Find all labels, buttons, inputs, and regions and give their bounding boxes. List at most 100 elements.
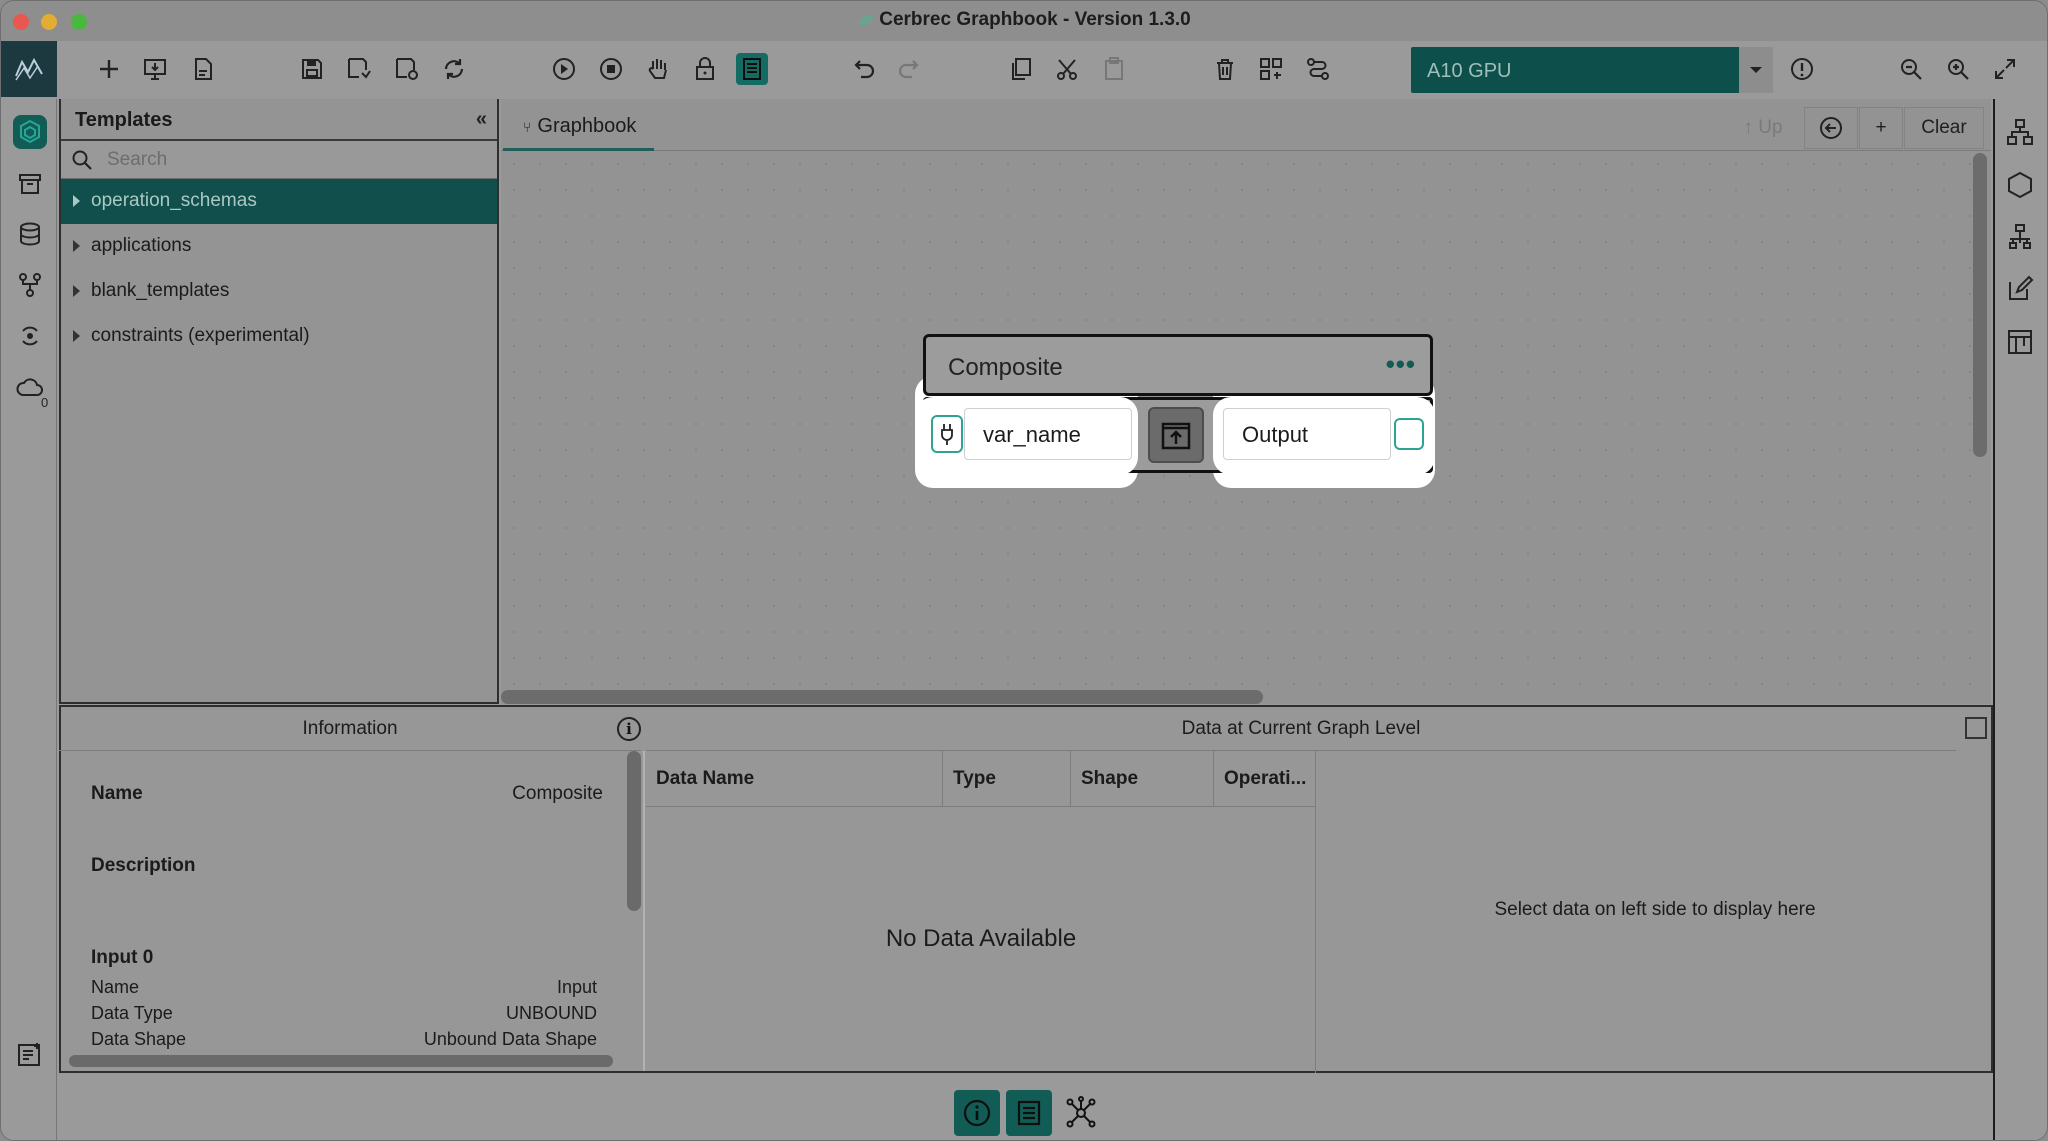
network-rail-icon[interactable] bbox=[2005, 222, 2037, 254]
info-data-type-row: Data Type UNBOUND bbox=[91, 1003, 597, 1024]
row-label: Data Type bbox=[91, 1003, 173, 1023]
alert-info-icon[interactable] bbox=[1786, 53, 1818, 85]
workflow-rail-icon[interactable] bbox=[13, 268, 47, 302]
column-header-operation[interactable]: Operati... bbox=[1214, 751, 1316, 807]
save-settings-icon[interactable] bbox=[391, 53, 423, 85]
tree-item-label: operation_schemas bbox=[91, 190, 257, 211]
refresh-icon[interactable] bbox=[438, 53, 470, 85]
up-button[interactable]: ↑ Up bbox=[1731, 107, 1795, 149]
info-vertical-scrollbar[interactable] bbox=[627, 751, 641, 911]
row-label: Data Shape bbox=[91, 1029, 187, 1049]
info-horizontal-scrollbar[interactable] bbox=[69, 1055, 613, 1067]
input-port[interactable] bbox=[931, 415, 963, 453]
run-icon[interactable] bbox=[548, 53, 580, 85]
row-value: Input bbox=[556, 977, 597, 997]
templates-rail-icon[interactable] bbox=[13, 115, 47, 149]
tab-graphbook[interactable]: ⑂ Graphbook bbox=[503, 109, 655, 151]
column-header-data-name[interactable]: Data Name bbox=[646, 751, 943, 807]
no-data-message: No Data Available bbox=[885, 925, 1077, 952]
composite-node-header[interactable]: Composite ••• bbox=[923, 334, 1433, 396]
logo-icon bbox=[15, 57, 43, 81]
undo-icon[interactable] bbox=[847, 53, 879, 85]
data-panel-header: Data at Current Graph Level bbox=[646, 707, 1956, 751]
expand-node-button[interactable] bbox=[1148, 407, 1204, 463]
input-name-field[interactable]: var_name bbox=[964, 408, 1132, 460]
output-port[interactable] bbox=[1394, 418, 1424, 450]
app-logo bbox=[1, 41, 57, 97]
document-export-icon[interactable] bbox=[187, 53, 219, 85]
tree-item-blank-templates[interactable]: blank_templates bbox=[61, 269, 497, 314]
panel-rail-icon[interactable] bbox=[2005, 327, 2037, 359]
back-circle-button[interactable] bbox=[1804, 107, 1858, 149]
more-options-icon[interactable]: ••• bbox=[1386, 349, 1416, 380]
tree-item-operation-schemas[interactable]: operation_schemas bbox=[61, 179, 497, 224]
footer-list-button[interactable] bbox=[1006, 1090, 1052, 1136]
fullscreen-icon[interactable] bbox=[1989, 53, 2021, 85]
tree-item-applications[interactable]: applications bbox=[61, 224, 497, 269]
copy-icon[interactable] bbox=[1005, 53, 1037, 85]
device-select-caret[interactable] bbox=[1739, 47, 1773, 93]
collapse-panel-icon[interactable]: « bbox=[476, 108, 487, 131]
caret-right-icon bbox=[73, 285, 80, 297]
monitor-import-icon[interactable] bbox=[139, 53, 171, 85]
caret-right-icon bbox=[73, 330, 80, 342]
group-nodes-icon[interactable] bbox=[1255, 53, 1287, 85]
tree-item-label: constraints (experimental) bbox=[91, 325, 310, 346]
stop-icon[interactable] bbox=[595, 53, 627, 85]
info-name-value[interactable]: Composite bbox=[512, 783, 603, 805]
tree-item-constraints[interactable]: constraints (experimental) bbox=[61, 314, 497, 359]
cut-icon[interactable] bbox=[1051, 53, 1083, 85]
footer-graph-button[interactable] bbox=[1058, 1090, 1104, 1136]
edit-rail-icon[interactable] bbox=[2005, 274, 2037, 306]
graph-network-icon bbox=[1066, 1096, 1096, 1128]
window-title: Cerbrec Graphbook - Version 1.3.0 bbox=[1, 9, 2047, 31]
canvas-vertical-scrollbar[interactable] bbox=[1973, 153, 1987, 457]
device-select[interactable]: A10 GPU bbox=[1411, 47, 1739, 93]
new-plus-icon[interactable] bbox=[93, 53, 125, 85]
add-button[interactable]: + bbox=[1859, 107, 1903, 149]
lock-icon[interactable] bbox=[689, 53, 721, 85]
paste-icon[interactable] bbox=[1098, 53, 1130, 85]
save-icon[interactable] bbox=[296, 53, 328, 85]
column-header-type[interactable]: Type bbox=[943, 751, 1071, 807]
output-name-field[interactable]: Output bbox=[1223, 408, 1391, 460]
clear-button[interactable]: Clear bbox=[1904, 107, 1984, 149]
info-description-label: Description bbox=[91, 855, 196, 876]
data-detail-hint: Select data on left side to display here bbox=[1494, 899, 1816, 920]
route-icon[interactable] bbox=[1302, 53, 1334, 85]
hand-icon[interactable] bbox=[642, 53, 674, 85]
list-view-icon[interactable] bbox=[1965, 717, 1987, 739]
row-label: Name bbox=[91, 977, 140, 997]
tree-item-label: applications bbox=[91, 235, 192, 256]
info-icon[interactable]: i bbox=[617, 717, 641, 741]
zoom-in-icon[interactable] bbox=[1942, 53, 1974, 85]
hexagon-rail-icon[interactable] bbox=[2005, 170, 2037, 202]
information-body: Name Composite Description Input 0 Name … bbox=[59, 751, 627, 1063]
templates-search bbox=[61, 141, 497, 179]
database-rail-icon[interactable] bbox=[13, 217, 47, 251]
right-rail bbox=[1993, 99, 2047, 1140]
search-icon bbox=[72, 150, 92, 170]
hierarchy-rail-icon[interactable] bbox=[2005, 117, 2037, 149]
templates-header: Templates « bbox=[61, 99, 497, 141]
upload-box-icon bbox=[1161, 422, 1191, 450]
footer-info-button[interactable] bbox=[954, 1090, 1000, 1136]
notes-toggle-icon[interactable] bbox=[736, 53, 768, 85]
archive-rail-icon[interactable] bbox=[13, 167, 47, 201]
cloud-badge: 0 bbox=[41, 395, 49, 410]
save-as-icon[interactable] bbox=[343, 53, 375, 85]
notes-rail-icon[interactable] bbox=[15, 1039, 45, 1069]
column-header-shape[interactable]: Shape bbox=[1071, 751, 1214, 807]
left-rail bbox=[1, 99, 57, 1140]
cycle-rail-icon[interactable] bbox=[13, 319, 47, 353]
canvas-horizontal-scrollbar[interactable] bbox=[501, 690, 1263, 704]
title-bar: Cerbrec Graphbook - Version 1.3.0 bbox=[1, 1, 2047, 41]
input-section-title: Input 0 bbox=[91, 947, 154, 968]
zoom-out-icon[interactable] bbox=[1895, 53, 1927, 85]
delete-icon[interactable] bbox=[1209, 53, 1241, 85]
redo-icon[interactable] bbox=[894, 53, 926, 85]
search-input[interactable] bbox=[107, 147, 467, 173]
panel-divider[interactable] bbox=[643, 751, 645, 1071]
caret-right-icon bbox=[73, 240, 80, 252]
window-title-text: Cerbrec Graphbook - Version 1.3.0 bbox=[879, 9, 1191, 30]
